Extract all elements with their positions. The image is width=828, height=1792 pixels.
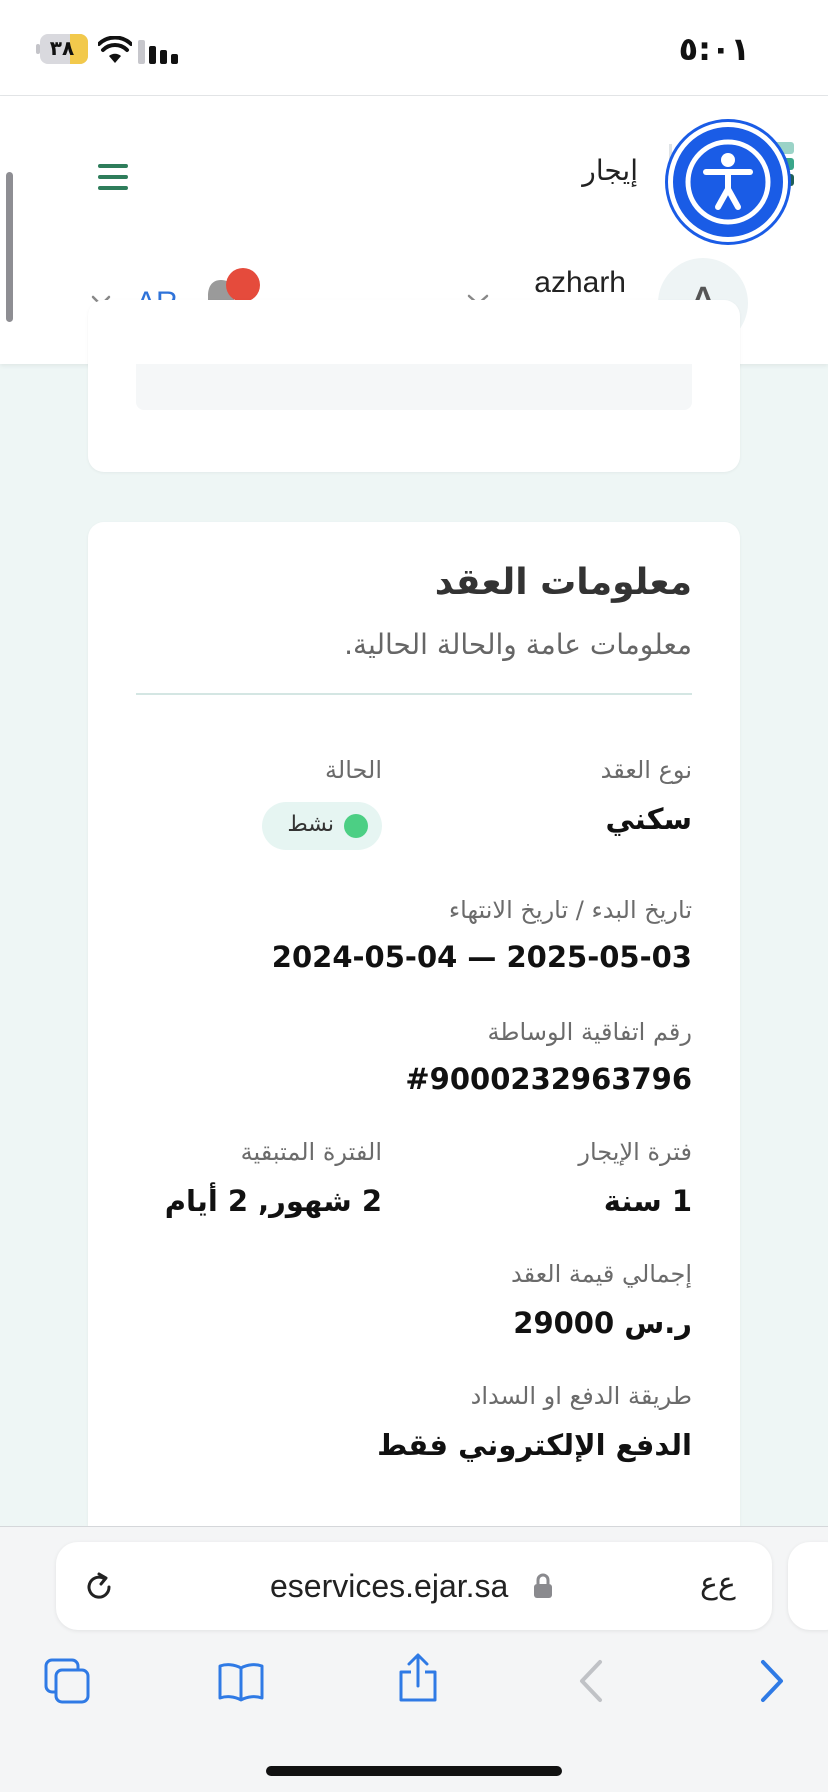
url-text[interactable]: eservices.ejar.sa bbox=[270, 1568, 508, 1605]
next-tab-preview[interactable] bbox=[788, 1542, 828, 1630]
lock-icon bbox=[534, 1573, 552, 1598]
payment-method-value: الدفع الإلكتروني فقط bbox=[377, 1428, 692, 1462]
status-badge: نشط bbox=[262, 802, 382, 850]
accessibility-icon bbox=[685, 139, 771, 225]
battery-icon: ٣٨ bbox=[36, 34, 88, 64]
battery-level: ٣٨ bbox=[49, 36, 75, 60]
reload-icon[interactable] bbox=[82, 1570, 116, 1604]
accessibility-button[interactable] bbox=[668, 122, 788, 242]
share-icon[interactable] bbox=[393, 1652, 443, 1702]
bookmarks-icon[interactable] bbox=[216, 1656, 266, 1706]
status-dot bbox=[344, 814, 368, 838]
username[interactable]: azharh bbox=[534, 266, 626, 300]
notification-badge bbox=[226, 268, 260, 302]
brokerage-label: رقم اتفاقية الوساطة bbox=[487, 1018, 692, 1046]
previous-card-footer bbox=[136, 364, 692, 410]
brokerage-value: #9000232963796 bbox=[405, 1062, 692, 1096]
status-value: نشط bbox=[287, 812, 334, 837]
lease-term-value: 1 سنة bbox=[603, 1184, 692, 1218]
total-value: ر.س 29000 bbox=[513, 1306, 692, 1340]
card-title: معلومات العقد bbox=[434, 562, 692, 603]
forward-icon[interactable] bbox=[745, 1656, 795, 1706]
cellular-signal-icon bbox=[138, 40, 180, 64]
brand-name[interactable]: إيجار bbox=[582, 154, 638, 187]
card-divider bbox=[136, 693, 692, 695]
period-label: تاريخ البدء / تاريخ الانتهاء bbox=[448, 896, 692, 924]
back-icon[interactable] bbox=[568, 1656, 618, 1706]
status-time: ٥:٠١ bbox=[678, 30, 750, 68]
hamburger-menu-icon[interactable] bbox=[98, 162, 132, 192]
remaining-value: 2 شهور, 2 أيام bbox=[164, 1184, 382, 1218]
lease-term-label: فترة الإيجار bbox=[578, 1138, 692, 1166]
payment-method-label: طريقة الدفع او السداد bbox=[470, 1382, 692, 1410]
card-subtitle: معلومات عامة والحالة الحالية. bbox=[344, 628, 692, 661]
tabs-icon[interactable] bbox=[42, 1656, 92, 1706]
contract-type-label: نوع العقد bbox=[600, 756, 692, 784]
scroll-indicator[interactable] bbox=[6, 172, 13, 322]
period-value: 2024-05-04 — 2025-05-03 bbox=[271, 940, 692, 974]
total-value-label: إجمالي قيمة العقد bbox=[510, 1260, 692, 1288]
contract-type-value: سكني bbox=[605, 802, 692, 836]
wifi-icon bbox=[98, 36, 132, 63]
remaining-label: الفترة المتبقية bbox=[240, 1138, 382, 1166]
home-indicator[interactable] bbox=[266, 1766, 562, 1776]
reader-settings-button[interactable]: ع‌ع bbox=[700, 1566, 736, 1601]
status-label: الحالة bbox=[325, 756, 382, 784]
